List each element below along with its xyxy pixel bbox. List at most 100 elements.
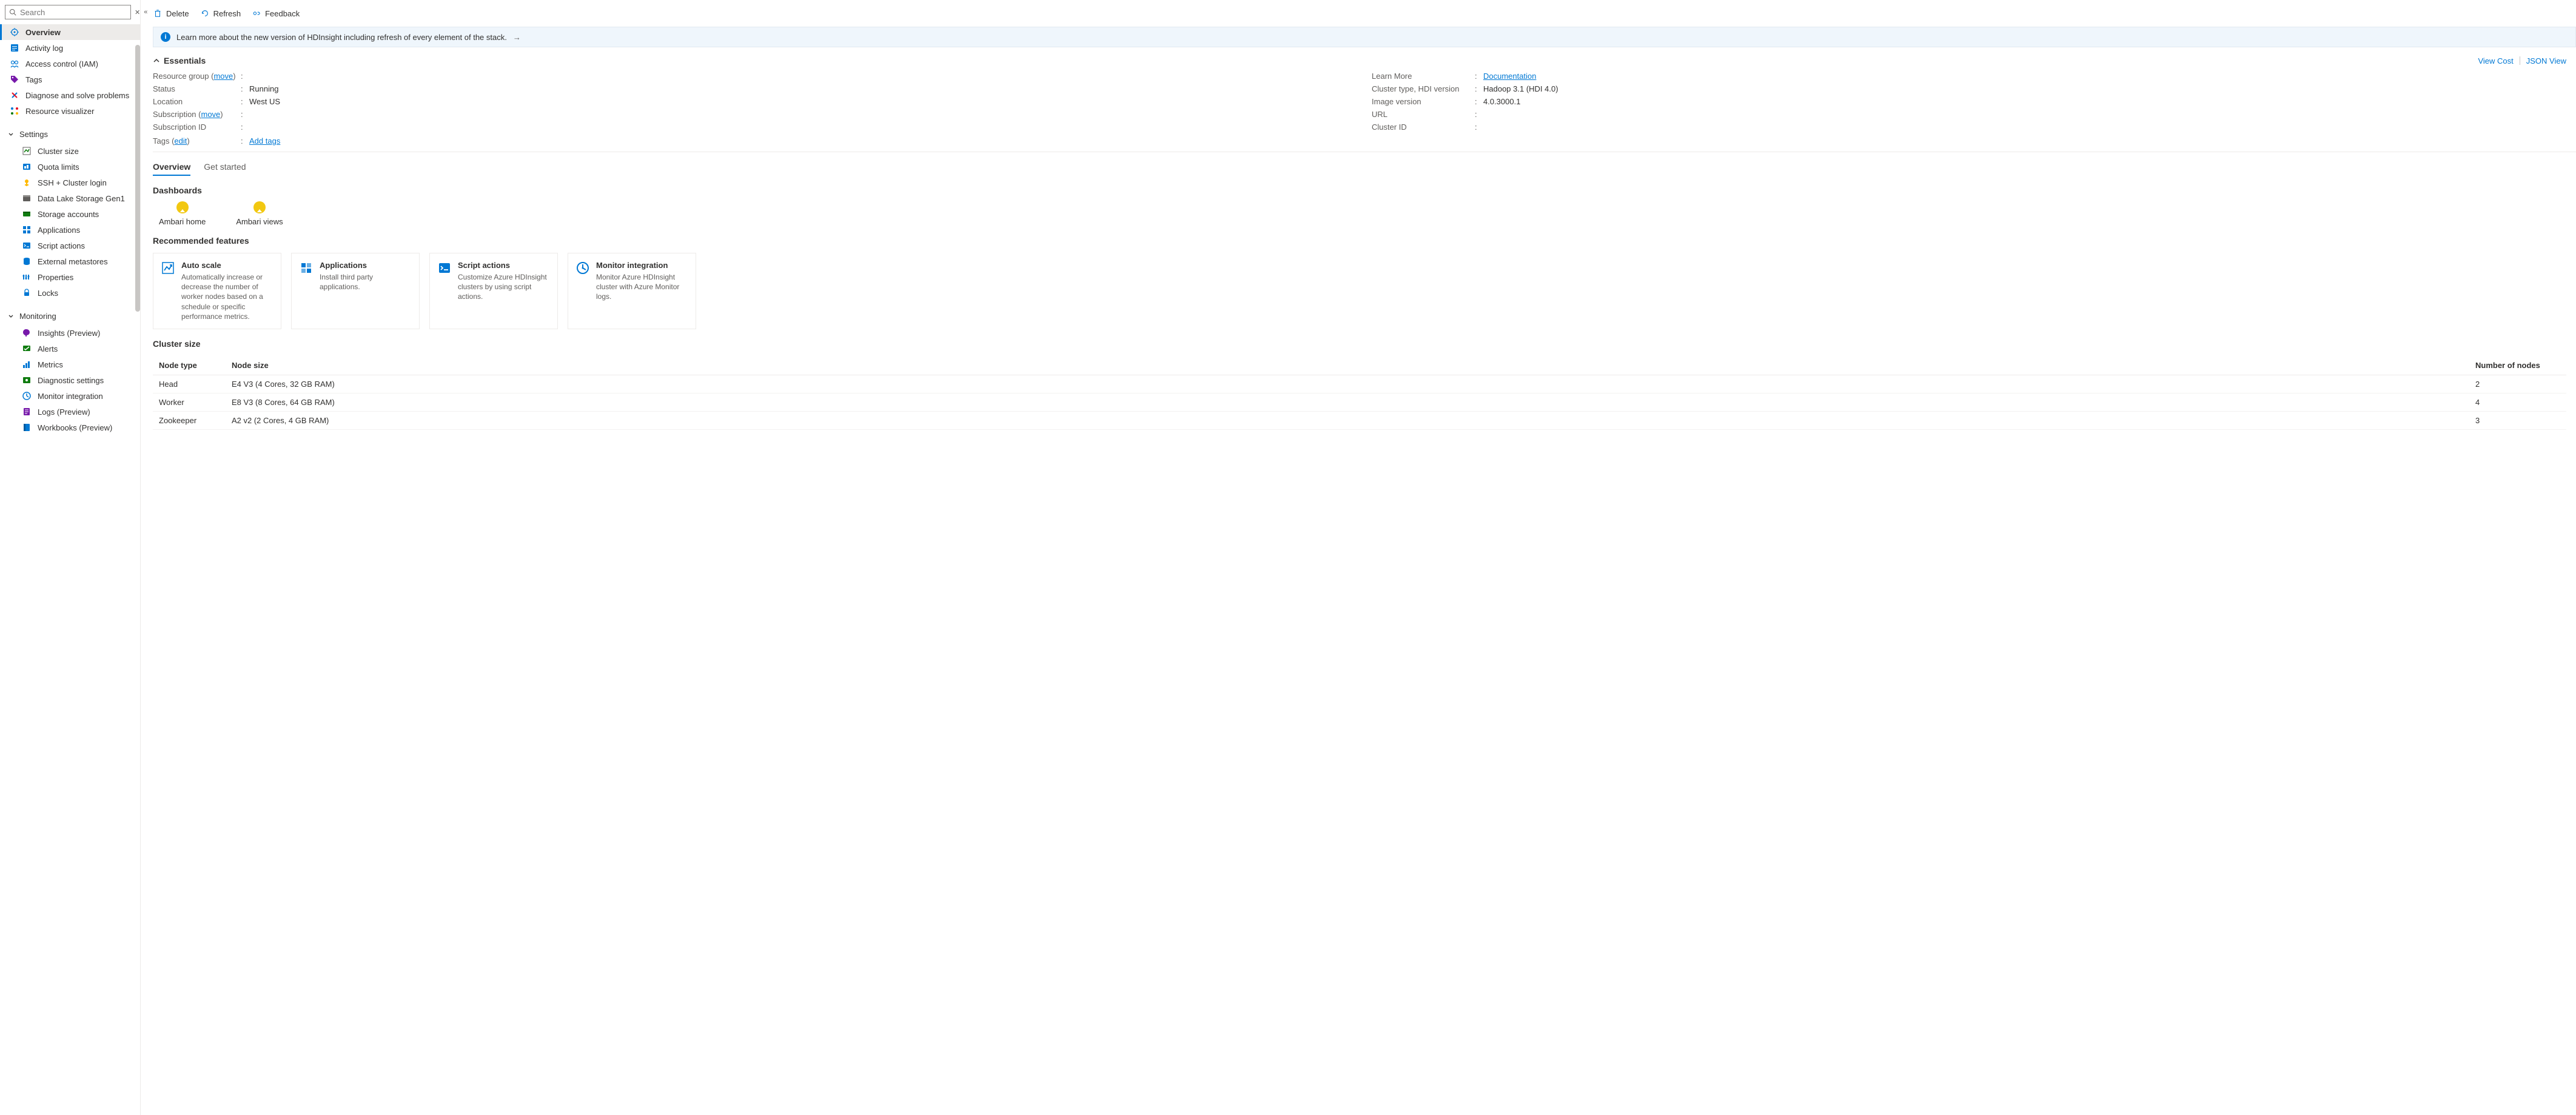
essentials-sep: : <box>241 97 249 106</box>
feature-card[interactable]: Script actionsCustomize Azure HDInsight … <box>429 253 558 329</box>
sidebar-group-label: Monitoring <box>19 312 56 321</box>
essentials-row: URL: <box>1372 110 2566 119</box>
insights-icon <box>22 328 32 338</box>
refresh-button[interactable]: Refresh <box>200 8 241 18</box>
sidebar-item-iam[interactable]: Access control (IAM) <box>0 56 140 72</box>
script-card-icon <box>437 261 452 275</box>
delete-button[interactable]: Delete <box>153 8 189 18</box>
add-tags-link[interactable]: Add tags <box>249 136 280 146</box>
datalake-icon <box>22 193 32 203</box>
table-row: ZookeeperA2 v2 (2 Cores, 4 GB RAM)3 <box>153 411 2566 429</box>
sidebar-item-apps[interactable]: Applications <box>0 222 140 238</box>
essentials-row: Subscription ID: <box>153 122 1347 132</box>
essentials-row: Resource group (move): <box>153 72 1347 81</box>
essentials-panel: Resource group (move):Status:RunningLoca… <box>153 72 2576 132</box>
search-input[interactable] <box>20 8 127 17</box>
sidebar-item-visualizer[interactable]: Resource visualizer <box>0 103 140 119</box>
tags-edit-link[interactable]: edit <box>174 136 187 146</box>
sidebar-item-metastore[interactable]: External metastores <box>0 253 140 269</box>
sidebar-item-script[interactable]: Script actions <box>0 238 140 253</box>
sidebar-item-tags[interactable]: Tags <box>0 72 140 87</box>
sidebar-item-diagnose[interactable]: Diagnose and solve problems <box>0 87 140 103</box>
sidebar-item-alerts[interactable]: Alerts <box>0 341 140 357</box>
card-desc: Customize Azure HDInsight clusters by us… <box>458 272 550 302</box>
banner-text: Learn more about the new version of HDIn… <box>176 33 507 42</box>
tab-overview[interactable]: Overview <box>153 158 190 175</box>
sidebar-item-label: Storage accounts <box>38 210 99 219</box>
move-link[interactable]: move <box>213 72 233 81</box>
essentials-row: Learn More:Documentation <box>1372 72 2566 81</box>
clear-icon[interactable]: ✕ <box>135 7 140 17</box>
feature-card[interactable]: Auto scaleAutomatically increase or decr… <box>153 253 281 329</box>
sidebar-group-label: Settings <box>19 130 48 139</box>
sidebar-item-ssh[interactable]: SSH + Cluster login <box>0 175 140 190</box>
quota-icon <box>22 162 32 172</box>
feature-card[interactable]: ApplicationsInstall third party applicat… <box>291 253 420 329</box>
sidebar-item-storage[interactable]: Storage accounts <box>0 206 140 222</box>
card-desc: Automatically increase or decrease the n… <box>181 272 273 321</box>
move-link[interactable]: move <box>201 110 220 119</box>
card-title: Monitor integration <box>596 261 688 270</box>
collapse-sidebar-icon[interactable]: « <box>144 7 147 17</box>
sidebar-item-label: Tags <box>25 75 42 84</box>
sidebar-item-datalake[interactable]: Data Lake Storage Gen1 <box>0 190 140 206</box>
search-box[interactable] <box>5 5 131 19</box>
essentials-sep: : <box>1475 84 1483 93</box>
clustersize-icon <box>22 146 32 156</box>
essentials-row: Cluster type, HDI version:Hadoop 3.1 (HD… <box>1372 84 2566 93</box>
dashboards-heading: Dashboards <box>153 186 2576 195</box>
sidebar-item-clustersize[interactable]: Cluster size <box>0 143 140 159</box>
sidebar-item-monitor[interactable]: Monitor integration <box>0 388 140 404</box>
sidebar-item-quota[interactable]: Quota limits <box>0 159 140 175</box>
dashboard-tile[interactable]: Ambari home <box>159 201 206 226</box>
cluster-size-heading: Cluster size <box>153 339 2576 349</box>
sidebar-item-metrics[interactable]: Metrics <box>0 357 140 372</box>
workbooks-icon <box>22 423 32 432</box>
dashboard-tile[interactable]: Ambari views <box>236 201 283 226</box>
sidebar-item-workbooks[interactable]: Workbooks (Preview) <box>0 420 140 435</box>
sidebar-item-label: Quota limits <box>38 162 79 172</box>
sidebar-item-label: Diagnostic settings <box>38 376 104 385</box>
sidebar-item-logs[interactable]: Logs (Preview) <box>0 404 140 420</box>
recommended-heading: Recommended features <box>153 236 2576 246</box>
sidebar-item-locks[interactable]: Locks <box>0 285 140 301</box>
sidebar-item-label: Diagnose and solve problems <box>25 91 129 100</box>
sidebar-item-properties[interactable]: Properties <box>0 269 140 285</box>
feedback-icon <box>252 8 261 18</box>
search-icon <box>9 8 16 16</box>
sidebar-item-diagsettings[interactable]: Diagnostic settings <box>0 372 140 388</box>
json-view-link[interactable]: JSON View <box>2526 56 2566 65</box>
locks-icon <box>22 288 32 298</box>
chevron-down-icon <box>7 312 15 320</box>
cell-node-type: Zookeeper <box>153 411 226 429</box>
sidebar-item-insights[interactable]: Insights (Preview) <box>0 325 140 341</box>
apps-icon <box>22 225 32 235</box>
col-node-size: Node size <box>226 356 2469 375</box>
essentials-toggle[interactable]: Essentials <box>153 56 206 65</box>
ambari-icon <box>176 201 189 213</box>
sidebar-group-settings[interactable]: Settings <box>0 126 140 142</box>
cell-node-count: 3 <box>2469 411 2566 429</box>
essentials-key: Location <box>153 97 241 106</box>
sidebar-group-monitoring[interactable]: Monitoring <box>0 308 140 324</box>
view-cost-link[interactable]: View Cost <box>2478 56 2513 65</box>
feature-card[interactable]: Monitor integrationMonitor Azure HDInsig… <box>568 253 696 329</box>
ssh-icon <box>22 178 32 187</box>
alerts-icon <box>22 344 32 353</box>
tab-get-started[interactable]: Get started <box>204 158 246 175</box>
essentials-row: Location:West US <box>153 97 1347 106</box>
essentials-row: Subscription (move): <box>153 110 1347 119</box>
script-icon <box>22 241 32 250</box>
essentials-row: Image version:4.0.3000.1 <box>1372 97 2566 106</box>
info-banner[interactable]: i Learn more about the new version of HD… <box>153 27 2576 47</box>
essentials-sep: : <box>241 122 249 132</box>
essentials-value[interactable]: Documentation <box>1483 72 1536 81</box>
col-node-type: Node type <box>153 356 226 375</box>
scrollbar[interactable] <box>135 45 140 384</box>
sidebar-item-activity[interactable]: Activity log <box>0 40 140 56</box>
table-row: HeadE4 V3 (4 Cores, 32 GB RAM)2 <box>153 375 2566 393</box>
essentials-key: URL <box>1372 110 1475 119</box>
cell-node-count: 2 <box>2469 375 2566 393</box>
sidebar-item-overview[interactable]: Overview <box>0 24 140 40</box>
feedback-button[interactable]: Feedback <box>252 8 300 18</box>
